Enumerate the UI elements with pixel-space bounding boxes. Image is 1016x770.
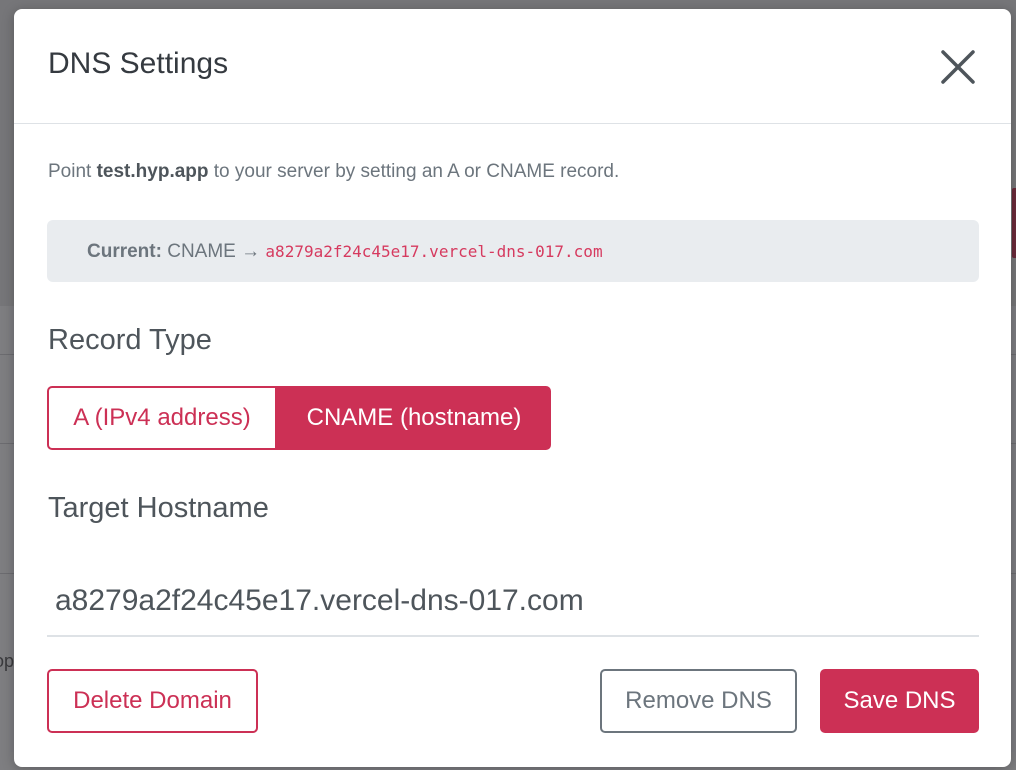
arrow-right-icon: →	[241, 241, 261, 262]
record-type-label: Record Type	[48, 324, 212, 356]
dns-settings-modal: DNS Settings Point test.hyp.app to your …	[14, 9, 1011, 767]
modal-title: DNS Settings	[48, 47, 229, 80]
save-dns-button[interactable]: Save DNS	[820, 669, 979, 733]
current-label: Current:	[87, 241, 162, 262]
dns-description: Point test.hyp.app to your server by set…	[48, 161, 619, 183]
close-icon	[941, 50, 975, 84]
modal-header: DNS Settings	[14, 9, 1011, 124]
current-record-box: Current: CNAME → a8279a2f24c45e17.vercel…	[47, 220, 979, 282]
current-record-value: a8279a2f24c45e17.vercel-dns-017.com	[265, 242, 603, 261]
remove-dns-button[interactable]: Remove DNS	[600, 669, 797, 733]
delete-domain-button[interactable]: Delete Domain	[47, 669, 258, 733]
record-type-toggle: A (IPv4 address) CNAME (hostname)	[47, 386, 551, 450]
target-hostname-input[interactable]	[47, 567, 979, 637]
record-type-cname-button[interactable]: CNAME (hostname)	[277, 386, 551, 450]
close-button[interactable]	[936, 45, 980, 89]
background-partial-text: op	[0, 651, 15, 671]
description-prefix: Point	[48, 161, 97, 182]
target-hostname-label: Target Hostname	[48, 492, 269, 524]
domain-name: test.hyp.app	[96, 161, 209, 182]
description-suffix: to your server by setting an A or CNAME …	[208, 161, 620, 182]
current-record: Current: CNAME → a8279a2f24c45e17.vercel…	[87, 241, 603, 263]
record-type-a-button[interactable]: A (IPv4 address)	[47, 386, 277, 450]
current-record-type: CNAME	[167, 241, 236, 262]
background-accent-tab	[1012, 188, 1016, 258]
